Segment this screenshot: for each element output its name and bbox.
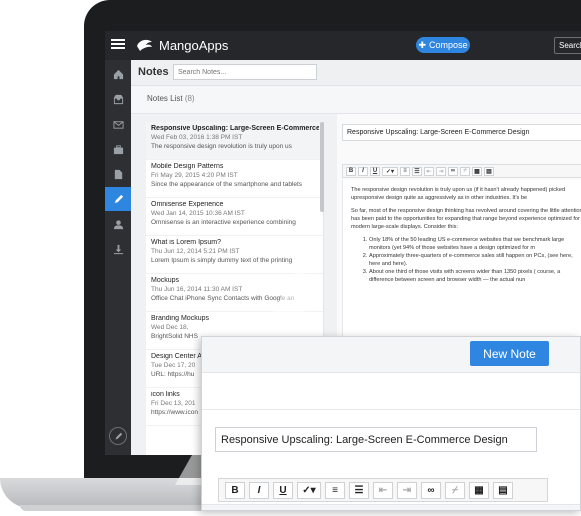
pencil-icon bbox=[114, 194, 123, 203]
nav-documents[interactable] bbox=[105, 162, 131, 186]
unlink-button[interactable]: ⌿ bbox=[445, 481, 465, 499]
new-note-button[interactable]: New Note bbox=[470, 341, 549, 366]
note-snippet: Omnisense is an interactive experience c… bbox=[151, 219, 296, 226]
body-list-item: About one third of those visits with scr… bbox=[369, 268, 581, 284]
compose-button[interactable]: ✚ Compose bbox=[416, 37, 470, 53]
italic-button[interactable]: I bbox=[358, 166, 368, 176]
italic-button[interactable]: I bbox=[249, 481, 269, 499]
list-item[interactable]: Mobile Design Patterns Fri May 29, 2015 … bbox=[146, 160, 323, 198]
logo-icon bbox=[137, 39, 152, 51]
indent-button[interactable]: ⇥ bbox=[397, 481, 417, 499]
nav-notes[interactable] bbox=[105, 187, 131, 211]
note-snippet: Since the appearance of the smartphone a… bbox=[151, 181, 303, 188]
notes-list-title: Notes List (8) bbox=[147, 94, 195, 103]
body-paragraph: So far, most of the responsive design th… bbox=[351, 208, 581, 230]
list-item[interactable]: Responsive Upscaling: Large-Screen E-Com… bbox=[146, 122, 323, 160]
user-icon bbox=[113, 219, 123, 229]
download-icon bbox=[113, 244, 123, 254]
nav-briefcase[interactable] bbox=[105, 137, 131, 161]
list-item[interactable]: Omnisense Experience Wed Jan 14, 2015 10… bbox=[146, 198, 323, 236]
zoom-callout: New Note Responsive Upscaling: Large-Scr… bbox=[201, 336, 581, 511]
note-title: Mobile Design Patterns bbox=[151, 163, 224, 170]
body-list-item: Approximately three-quarters of e-commer… bbox=[369, 252, 581, 268]
unlink-button[interactable]: ⌿ bbox=[460, 166, 470, 176]
note-body[interactable]: The responsive design revolution is trul… bbox=[342, 180, 581, 340]
notes-list-scrollbar[interactable] bbox=[320, 122, 324, 212]
notes-header: Notes bbox=[131, 60, 581, 86]
zoom-footer bbox=[202, 504, 580, 510]
marketing-stage: MangoApps ✚ Compose Search Notes bbox=[0, 0, 581, 516]
spellcheck-button[interactable]: ✓▾ bbox=[297, 481, 321, 499]
pencil-icon bbox=[115, 432, 122, 439]
notes-list-label: Notes List bbox=[147, 94, 183, 103]
notes-count: (8) bbox=[184, 94, 195, 103]
page-title: Notes bbox=[138, 66, 169, 78]
edit-profile-button[interactable] bbox=[109, 427, 127, 445]
nav-inbox[interactable] bbox=[105, 87, 131, 111]
nav-home[interactable] bbox=[105, 62, 131, 86]
plus-icon: ✚ bbox=[418, 39, 426, 50]
outdent-button[interactable]: ⇤ bbox=[373, 481, 393, 499]
table-button[interactable]: ▦ bbox=[469, 481, 489, 499]
nav-downloads[interactable] bbox=[105, 237, 131, 261]
ordered-list-button[interactable]: ≡ bbox=[325, 481, 345, 499]
note-date: Fri May 29, 2015 4:20 PM IST bbox=[151, 172, 238, 179]
note-title: Omnisense Experience bbox=[151, 201, 224, 208]
document-icon bbox=[114, 169, 122, 179]
paste-button[interactable]: ▤ bbox=[493, 481, 513, 499]
nav-mail[interactable] bbox=[105, 112, 131, 136]
link-button[interactable]: ∞ bbox=[448, 166, 458, 176]
top-bar: MangoApps ✚ Compose Search bbox=[105, 31, 581, 60]
table-button[interactable]: ▦ bbox=[472, 166, 482, 176]
zoom-editor-toolbar: B I U ✓▾ ≡ ☰ ⇤ ⇥ ∞ ⌿ ▦ ▤ bbox=[218, 478, 548, 502]
note-title: Responsive Upscaling: Large-Screen E-Com… bbox=[151, 125, 319, 132]
note-date: Thu Jun 12, 2014 5:21 PM IST bbox=[151, 248, 240, 255]
app-logo[interactable]: MangoApps bbox=[135, 37, 228, 53]
spellcheck-button[interactable]: ✓▾ bbox=[382, 166, 398, 176]
app-name: MangoApps bbox=[159, 37, 229, 53]
note-date: Wed Jan 14, 2015 10:36 AM IST bbox=[151, 210, 245, 217]
body-list-item: Only 18% of the 50 leading US e-commerce… bbox=[369, 236, 581, 252]
underline-button[interactable]: U bbox=[273, 481, 293, 499]
zoom-note-title-input[interactable]: Responsive Upscaling: Large-Screen E-Com… bbox=[215, 427, 537, 452]
outdent-button[interactable]: ⇤ bbox=[424, 166, 434, 176]
nav-people[interactable] bbox=[105, 212, 131, 236]
unordered-list-button[interactable]: ☰ bbox=[412, 166, 422, 176]
mail-icon bbox=[112, 120, 124, 129]
zoom-header: New Note bbox=[202, 337, 580, 373]
notes-list-header: Notes List (8) bbox=[131, 86, 581, 114]
divider bbox=[202, 409, 580, 410]
body-list: Only 18% of the 50 leading US e-commerce… bbox=[369, 236, 581, 284]
editor-toolbar: B I U ✓▾ ≡ ☰ ⇤ ⇥ ∞ ⌿ ▦ ▤ bbox=[342, 164, 581, 178]
home-icon bbox=[113, 69, 123, 79]
compose-label: Compose bbox=[429, 40, 468, 50]
ordered-list-button[interactable]: ≡ bbox=[400, 166, 410, 176]
note-snippet: The responsive design revolution is trul… bbox=[151, 143, 292, 150]
bold-button[interactable]: B bbox=[346, 166, 356, 176]
note-title-input[interactable]: Responsive Upscaling: Large-Screen E-Com… bbox=[342, 124, 581, 141]
body-paragraph: The responsive design revolution is trul… bbox=[351, 187, 566, 201]
briefcase-icon bbox=[113, 144, 123, 154]
note-title: What is Lorem Ipsum? bbox=[151, 239, 222, 246]
menu-icon[interactable] bbox=[111, 37, 125, 51]
notes-search-input[interactable] bbox=[173, 64, 317, 80]
paste-button[interactable]: ▤ bbox=[484, 166, 494, 176]
link-button[interactable]: ∞ bbox=[421, 481, 441, 499]
inbox-icon bbox=[113, 94, 123, 104]
indent-button[interactable]: ⇥ bbox=[436, 166, 446, 176]
note-date: Wed Feb 03, 2016 1:38 PM IST bbox=[151, 134, 243, 141]
unordered-list-button[interactable]: ☰ bbox=[349, 481, 369, 499]
global-search-input[interactable]: Search bbox=[554, 37, 581, 54]
underline-button[interactable]: U bbox=[370, 166, 380, 176]
bold-button[interactable]: B bbox=[225, 481, 245, 499]
left-nav bbox=[105, 60, 131, 455]
